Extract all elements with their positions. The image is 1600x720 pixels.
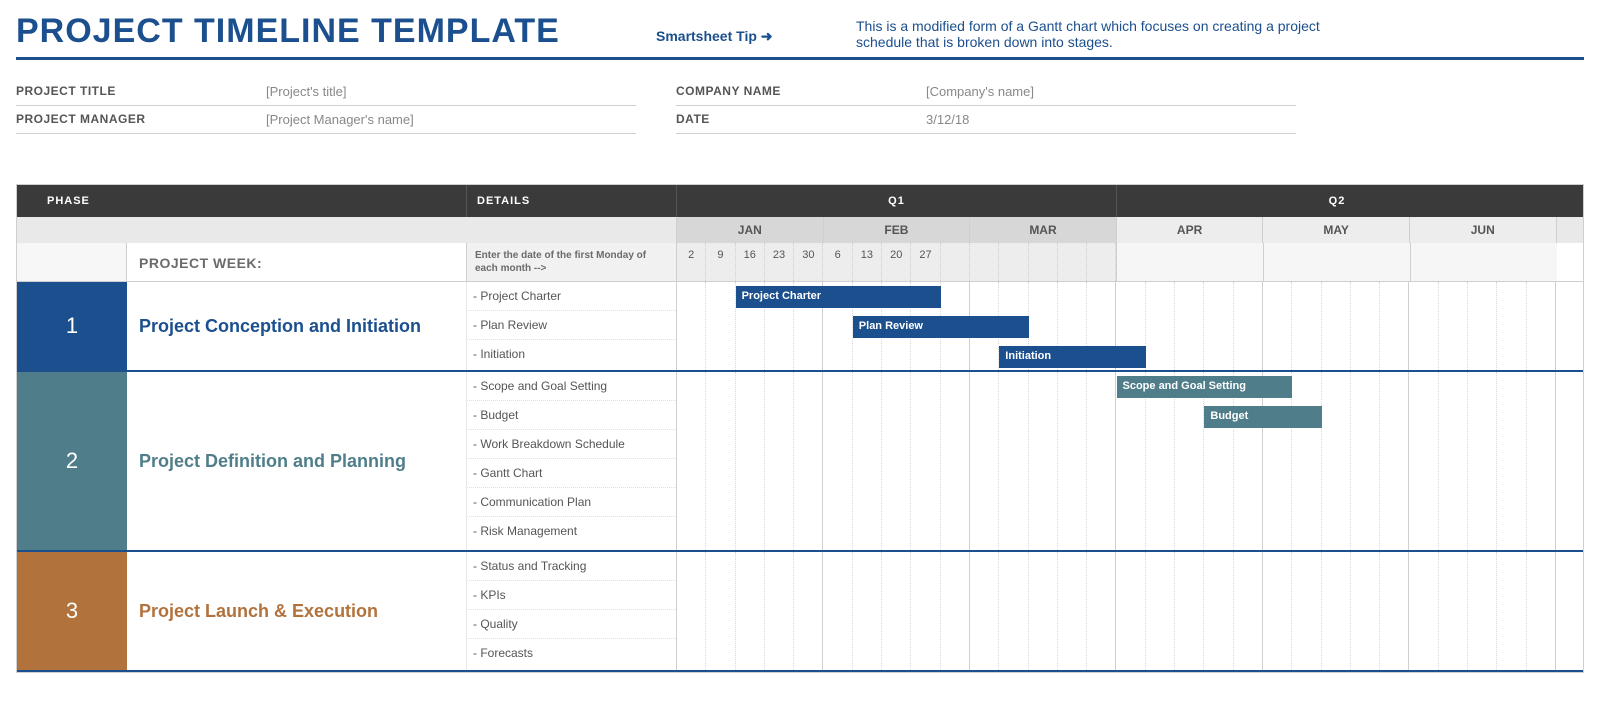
meta-row: DATE 3/12/18 <box>676 106 1296 134</box>
detail-item[interactable]: - Plan Review <box>467 311 676 340</box>
detail-item[interactable]: - Gantt Chart <box>467 459 676 488</box>
detail-item[interactable]: - Status and Tracking <box>467 552 676 581</box>
gantt-bar[interactable]: Scope and Goal Setting <box>1117 376 1293 398</box>
meta-label: DATE <box>676 112 926 127</box>
tip-link[interactable]: Smartsheet Tip ➜ <box>656 12 856 45</box>
phase-details: - Status and Tracking- KPIs- Quality- Fo… <box>467 552 677 670</box>
phase-row: 2 Project Definition and Planning - Scop… <box>17 372 1583 552</box>
detail-item[interactable]: - KPIs <box>467 581 676 610</box>
timeline-grid: PHASE DETAILS Q1 Q2 JANFEBMARAPRMAYJUN P… <box>16 184 1584 673</box>
project-week-hint: Enter the date of the first Monday of ea… <box>467 243 677 281</box>
gantt-bar[interactable]: Project Charter <box>736 286 941 308</box>
phase-name: Project Launch & Execution <box>127 552 467 670</box>
week-cell[interactable]: 16 <box>736 243 765 281</box>
week-cell[interactable] <box>970 243 999 281</box>
gantt-area[interactable] <box>677 552 1583 670</box>
gantt-area[interactable]: Scope and Goal Setting Budget <box>677 372 1583 550</box>
col-phase: PHASE <box>17 185 467 217</box>
meta-label: PROJECT TITLE <box>16 84 266 99</box>
meta-row: PROJECT MANAGER [Project Manager's name] <box>16 106 636 134</box>
tip-text: This is a modified form of a Gantt chart… <box>856 12 1376 50</box>
detail-item[interactable]: - Forecasts <box>467 639 676 667</box>
meta-value[interactable]: [Company's name] <box>926 84 1034 99</box>
week-cell[interactable] <box>1029 243 1058 281</box>
gantt-area[interactable]: Project Charter Plan Review Initiation <box>677 282 1583 370</box>
meta-value[interactable]: [Project's title] <box>266 84 347 99</box>
detail-item[interactable]: - Risk Management <box>467 517 676 545</box>
week-cell[interactable] <box>1058 243 1087 281</box>
phase-number: 1 <box>17 282 127 370</box>
month-col: APR <box>1117 217 1264 243</box>
gantt-bar[interactable]: Budget <box>1204 406 1321 428</box>
detail-item[interactable]: - Work Breakdown Schedule <box>467 430 676 459</box>
meta-label: COMPANY NAME <box>676 84 926 99</box>
phase-row: 3 Project Launch & Execution - Status an… <box>17 552 1583 672</box>
detail-item[interactable]: - Budget <box>467 401 676 430</box>
phase-number: 2 <box>17 372 127 550</box>
col-q1: Q1 <box>677 185 1117 217</box>
week-cell[interactable]: 27 <box>911 243 940 281</box>
phase-details: - Scope and Goal Setting- Budget- Work B… <box>467 372 677 550</box>
phase-details: - Project Charter- Plan Review- Initiati… <box>467 282 677 370</box>
week-cell[interactable]: 23 <box>765 243 794 281</box>
detail-item[interactable]: - Quality <box>467 610 676 639</box>
meta-row: COMPANY NAME [Company's name] <box>676 78 1296 106</box>
meta-row: PROJECT TITLE [Project's title] <box>16 78 636 106</box>
phase-name: Project Conception and Initiation <box>127 282 467 370</box>
project-week-label: PROJECT WEEK: <box>127 243 467 281</box>
phase-row: 1 Project Conception and Initiation - Pr… <box>17 282 1583 372</box>
detail-item[interactable]: - Project Charter <box>467 282 676 311</box>
week-cell[interactable]: 20 <box>882 243 911 281</box>
week-cell[interactable] <box>941 243 970 281</box>
meta-block: PROJECT TITLE [Project's title] PROJECT … <box>16 78 1584 134</box>
week-cell[interactable] <box>1087 243 1116 281</box>
gantt-bar[interactable]: Plan Review <box>853 316 1029 338</box>
header: PROJECT TIMELINE TEMPLATE Smartsheet Tip… <box>16 12 1584 60</box>
month-col: JAN <box>677 217 824 243</box>
header-row-months: JANFEBMARAPRMAYJUN <box>17 217 1583 243</box>
header-row-weeks: PROJECT WEEK: Enter the date of the firs… <box>17 243 1583 282</box>
phase-number: 3 <box>17 552 127 670</box>
phase-name: Project Definition and Planning <box>127 372 467 550</box>
month-col: MAR <box>970 217 1117 243</box>
month-col: FEB <box>824 217 971 243</box>
col-q2: Q2 <box>1117 185 1557 217</box>
col-details: DETAILS <box>467 185 677 217</box>
week-cell[interactable]: 2 <box>677 243 706 281</box>
month-col: MAY <box>1263 217 1410 243</box>
week-cell[interactable]: 6 <box>823 243 852 281</box>
page-title: PROJECT TIMELINE TEMPLATE <box>16 12 656 57</box>
meta-value[interactable]: 3/12/18 <box>926 112 969 127</box>
header-row-1: PHASE DETAILS Q1 Q2 <box>17 185 1583 217</box>
week-cell[interactable]: 30 <box>794 243 823 281</box>
month-col: JUN <box>1410 217 1557 243</box>
meta-value[interactable]: [Project Manager's name] <box>266 112 414 127</box>
detail-item[interactable]: - Communication Plan <box>467 488 676 517</box>
week-cell[interactable]: 9 <box>706 243 735 281</box>
meta-label: PROJECT MANAGER <box>16 112 266 127</box>
detail-item[interactable]: - Scope and Goal Setting <box>467 372 676 401</box>
week-cell[interactable]: 13 <box>853 243 882 281</box>
week-cell[interactable] <box>999 243 1028 281</box>
gantt-bar[interactable]: Initiation <box>999 346 1146 368</box>
detail-item[interactable]: - Initiation <box>467 340 676 368</box>
